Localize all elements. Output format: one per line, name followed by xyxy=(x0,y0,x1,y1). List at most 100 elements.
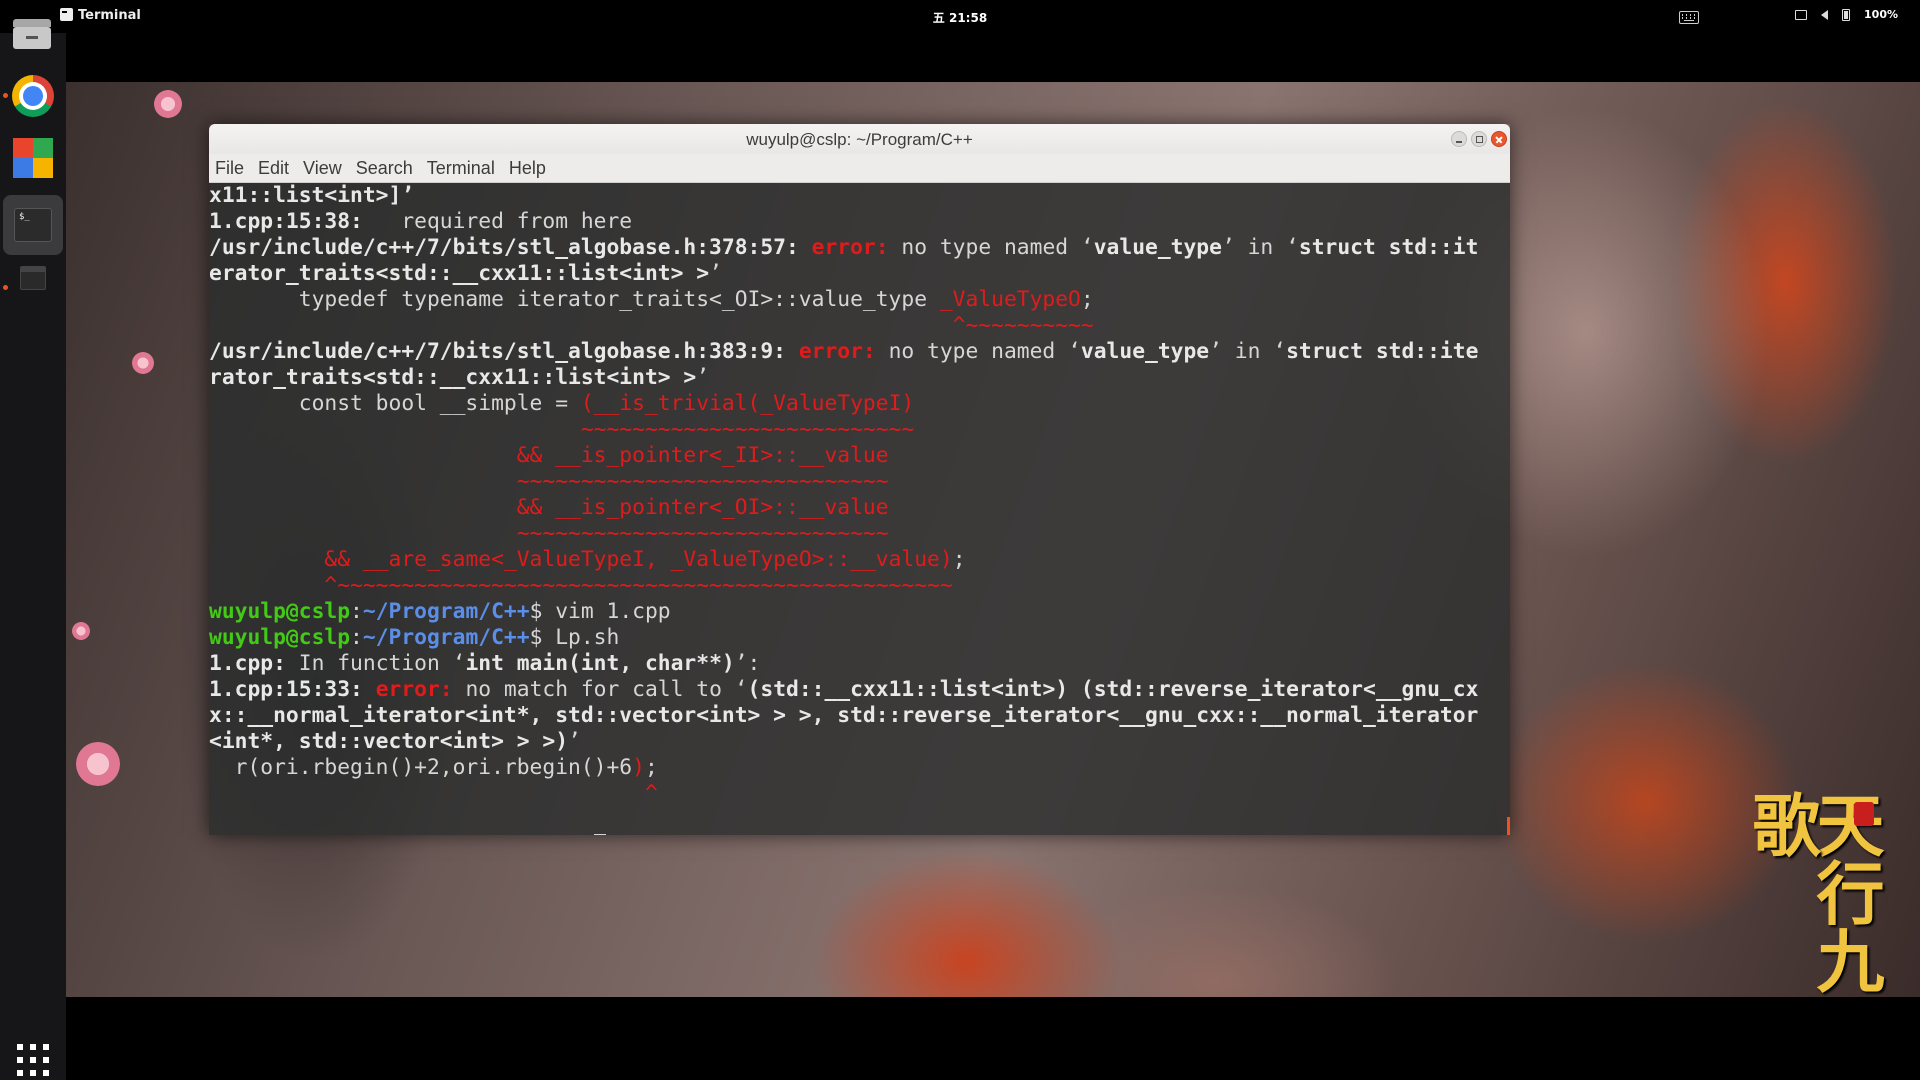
terminal-text: $ Lp.sh xyxy=(529,625,620,650)
keyboard-icon[interactable] xyxy=(1679,11,1699,24)
terminal-text: && __is_pointer<_OI>::__value xyxy=(516,495,889,520)
files-icon[interactable] xyxy=(13,9,51,49)
terminal-text: error: xyxy=(811,235,889,260)
software-center-icon[interactable] xyxy=(13,138,53,178)
terminal-line: wuyulp@cslp:~/Program/C++$ vim 1.cpp xyxy=(209,599,1510,625)
terminal-line: x::__normal_iterator<int*, std::vector<i… xyxy=(209,703,1510,729)
terminal-line: x11::list<int>]’ xyxy=(209,183,1510,209)
minimize-button[interactable] xyxy=(1451,131,1467,147)
close-button[interactable] xyxy=(1491,131,1507,147)
terminal-text: ~~~~~~~~~~~~~~~~~~~~~~~~~~~~~ xyxy=(209,521,889,546)
resize-handle[interactable] xyxy=(1507,817,1510,835)
menu-terminal[interactable]: Terminal xyxy=(420,158,502,179)
terminal-text: ~~~~~~~~~~~~~~~~~~~~~~~~~~ xyxy=(209,417,915,442)
top-bar: Terminal 五 21:58 100% xyxy=(0,0,1920,33)
terminal-text: no type named ‘ xyxy=(888,235,1094,260)
terminal-text: struct std::ite xyxy=(1286,339,1479,364)
terminal-text: error: xyxy=(375,677,453,702)
menu-help[interactable]: Help xyxy=(502,158,553,179)
terminal-text: ~/Program/C++ xyxy=(363,833,530,835)
terminal-line: ^~~~~~~~~~~~~~~~~~~~~~~~~~~~~~~~~~~~~~~~… xyxy=(209,573,1510,599)
terminal-text: wuyulp@cslp xyxy=(209,625,351,650)
terminal-text: error: xyxy=(798,339,876,364)
terminal-line: erator_traits<std::__cxx11::list<int> >’ xyxy=(209,261,1510,287)
menu-view[interactable]: View xyxy=(296,158,349,179)
system-tray[interactable]: 100% xyxy=(1795,8,1898,21)
terminal-text: r(ori.rbegin()+2,ori.rbegin()+6 xyxy=(209,755,633,780)
terminal-line: /usr/include/c++/7/bits/stl_algobase.h:3… xyxy=(209,235,1510,261)
terminal-text: no match for call to ‘ xyxy=(452,677,748,702)
flower-decoration xyxy=(154,90,182,118)
terminal-text: x::__normal_iterator<int*, std::vector<i… xyxy=(209,703,1479,728)
terminal-line: ~~~~~~~~~~~~~~~~~~~~~~~~~~~~~ xyxy=(209,521,1510,547)
flower-decoration xyxy=(132,352,154,374)
terminal-text: ’ in ‘ xyxy=(1221,235,1299,260)
screen-icon xyxy=(1795,9,1808,20)
running-indicator xyxy=(3,285,8,290)
window-titlebar[interactable]: wuyulp@cslp: ~/Program/C++ xyxy=(209,124,1510,154)
terminal-text: $ vim 1.cpp xyxy=(529,599,671,624)
maximize-button[interactable] xyxy=(1471,131,1487,147)
terminal-text: && __are_same<_ValueTypeI, _ValueTypeO>:… xyxy=(324,547,953,572)
terminal-text: 1.cpp:15:38: xyxy=(209,209,363,234)
terminal-text: 1.cpp:15:33: xyxy=(209,677,363,702)
terminal-line: ~~~~~~~~~~~~~~~~~~~~~~~~~~ xyxy=(209,417,1510,443)
terminal-line: ^ xyxy=(209,781,1510,807)
menu-file[interactable]: File xyxy=(209,158,251,179)
terminal-line: && __is_pointer<_OI>::__value xyxy=(209,495,1510,521)
battery-percentage: 100% xyxy=(1864,8,1898,21)
terminal-line: && __is_pointer<_II>::__value xyxy=(209,443,1510,469)
terminal-text: ^~~~~~~~~~~ xyxy=(209,313,1094,338)
flower-decoration xyxy=(76,742,120,786)
menu-edit[interactable]: Edit xyxy=(251,158,296,179)
terminal-line: rator_traits<std::__cxx11::list<int> >’ xyxy=(209,365,1510,391)
show-apps-grid-icon[interactable] xyxy=(17,1044,49,1076)
terminal-line: ^~~~~~~~~~~ xyxy=(209,313,1510,339)
terminal-text: ~/Program/C++ xyxy=(362,625,530,650)
terminal-line: typedef typename iterator_traits<_OI>::v… xyxy=(209,287,1510,313)
terminal-text: ; xyxy=(644,755,658,780)
terminal-text: ; xyxy=(952,547,966,572)
terminal-text: && __is_pointer<_II>::__value xyxy=(516,443,889,468)
terminal-output[interactable]: x11::list<int>]’ 1.cpp:15:38: required fr… xyxy=(209,183,1510,835)
terminal-text: value_type xyxy=(1093,235,1222,260)
terminal-text: int main(int, char**) xyxy=(465,651,735,676)
terminal-text: In function ‘ xyxy=(285,651,466,676)
running-indicator xyxy=(3,93,8,98)
battery-icon xyxy=(1842,8,1851,21)
terminal-text: ’ in ‘ xyxy=(1209,339,1287,364)
terminal-text: : xyxy=(350,625,363,650)
clock[interactable]: 五 21:58 xyxy=(0,9,1920,26)
terminal-text: ; xyxy=(1080,287,1094,312)
chrome-icon[interactable] xyxy=(10,73,56,119)
terminal-line: wuyulp@cslp:~/Program/C++$ Lp.sh xyxy=(209,625,1510,651)
text-cursor xyxy=(593,834,606,835)
volume-icon xyxy=(1821,9,1829,20)
seal-stamp xyxy=(1854,802,1874,826)
terminal-text: struct std::it xyxy=(1298,235,1479,260)
terminal-text: (std::__cxx11::list<int>) (std::reverse_… xyxy=(747,677,1479,702)
terminal-text: ’ xyxy=(696,365,710,390)
terminal-line: 1.cpp:15:38: required from here xyxy=(209,209,1510,235)
terminal-text: x11::list<int>]’ xyxy=(209,183,415,208)
terminal-text: : xyxy=(350,599,363,624)
terminal-line: /usr/include/c++/7/bits/stl_algobase.h:3… xyxy=(209,339,1510,365)
terminal-line: && __are_same<_ValueTypeI, _ValueTypeO>:… xyxy=(209,547,1510,573)
terminal-line: <int*, std::vector<int> > >)’ xyxy=(209,729,1510,755)
terminal-text: $ ` xyxy=(530,833,594,835)
terminal-line: const bool __simple = (__is_trivial(_Val… xyxy=(209,391,1510,417)
terminal-launcher-icon[interactable]: $_ xyxy=(3,195,63,255)
terminal-text: no type named ‘ xyxy=(875,339,1081,364)
window-icon[interactable] xyxy=(20,266,46,292)
terminal-text: value_type xyxy=(1080,339,1210,364)
terminal-text: wuyulp@cslp xyxy=(209,833,350,835)
terminal-text: ’ xyxy=(709,261,722,286)
menu-search[interactable]: Search xyxy=(349,158,420,179)
terminal-window[interactable]: wuyulp@cslp: ~/Program/C++ File Edit Vie… xyxy=(209,124,1510,835)
menu-bar: File Edit View Search Terminal Help xyxy=(209,154,1510,183)
